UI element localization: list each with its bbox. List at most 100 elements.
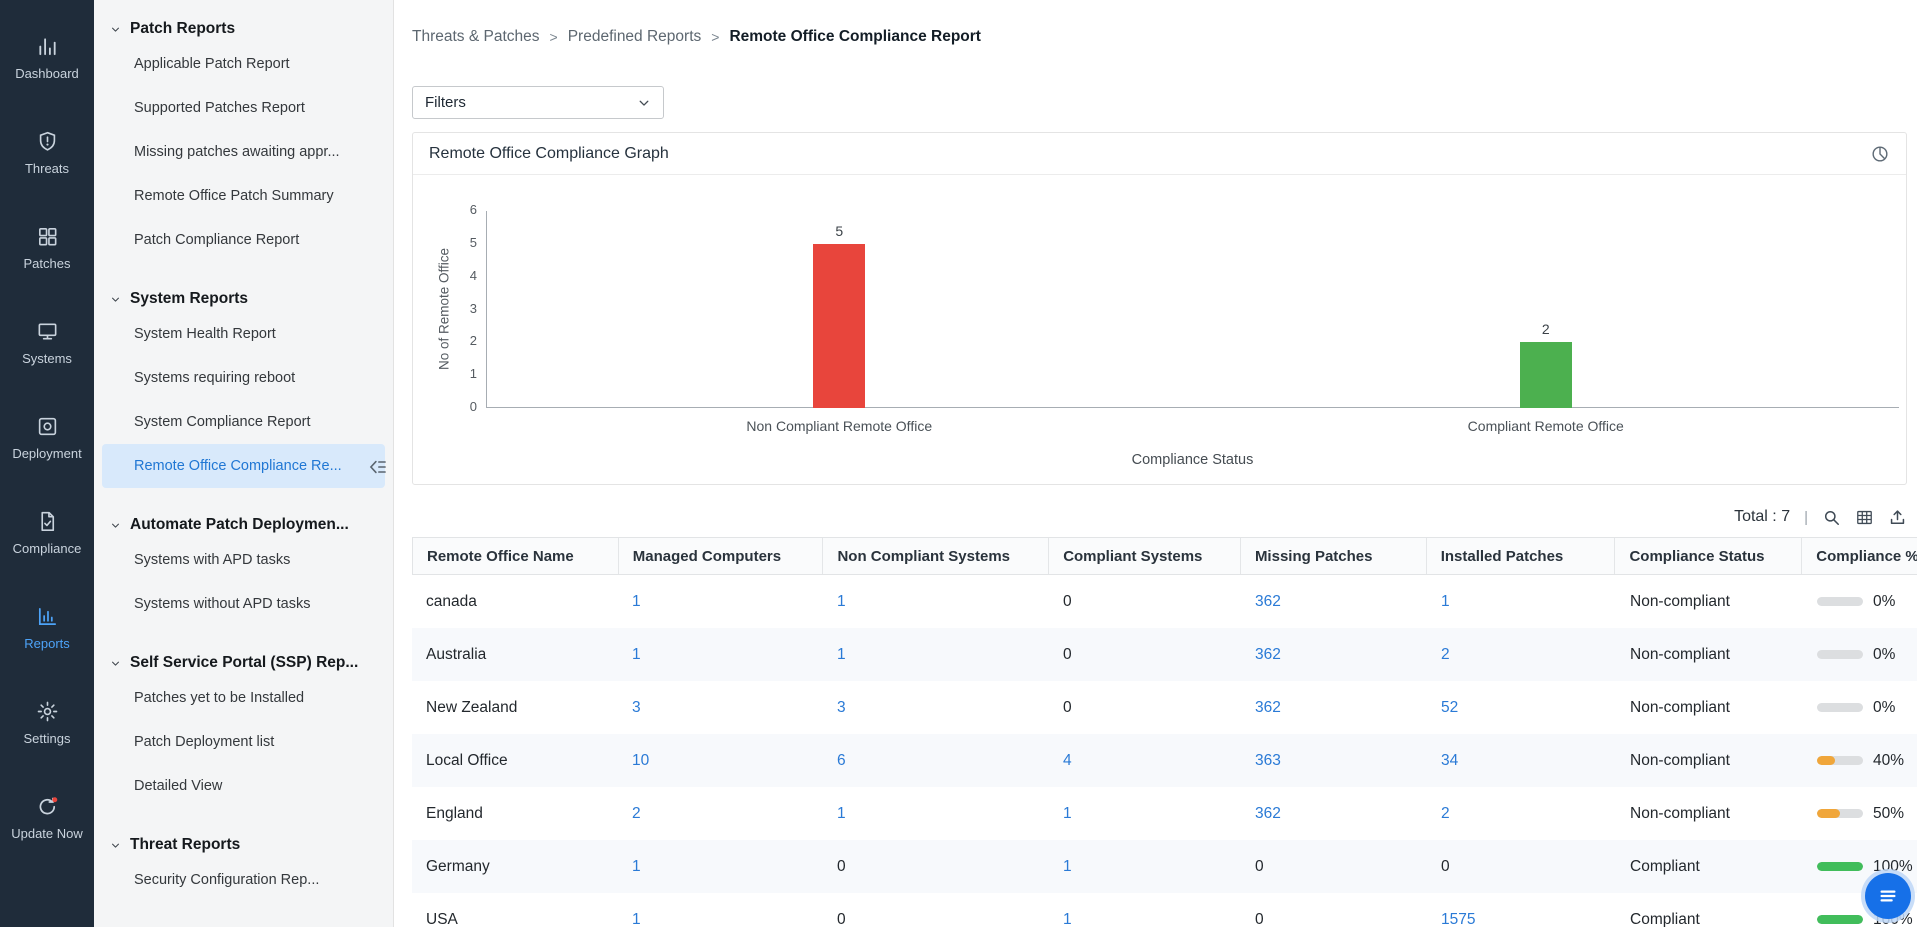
export-icon xyxy=(1888,508,1907,527)
rail-item-dashboard[interactable]: Dashboard xyxy=(0,10,94,105)
sidebar-item[interactable]: Detailed View xyxy=(102,764,385,808)
table-row: England2113622Non-compliant50% xyxy=(412,787,1917,840)
sidebar-section-label: Threat Reports xyxy=(130,836,240,854)
y-tick-label: 6 xyxy=(443,202,477,217)
column-header[interactable]: Compliant Systems xyxy=(1049,538,1241,574)
sidebar-item[interactable]: Missing patches awaiting appr... xyxy=(102,130,385,174)
progress-fill xyxy=(1817,862,1863,871)
export-button[interactable] xyxy=(1888,508,1907,527)
count-link[interactable]: 3 xyxy=(632,699,641,717)
rail-item-reports[interactable]: Reports xyxy=(0,580,94,675)
rail-item-patches[interactable]: Patches xyxy=(0,200,94,295)
count-link[interactable]: 10 xyxy=(632,752,649,770)
sidebar-section-title[interactable]: Self Service Portal (SSP) Rep... xyxy=(102,654,385,672)
search-button[interactable] xyxy=(1822,508,1841,527)
cell-non-compliant-systems: 1 xyxy=(823,575,1049,628)
table-view-button[interactable] xyxy=(1855,508,1874,527)
count-link[interactable]: 362 xyxy=(1255,699,1281,717)
sidebar-section-title[interactable]: Automate Patch Deploymen... xyxy=(102,516,385,534)
sidebar-section-title[interactable]: Patch Reports xyxy=(102,20,385,38)
count-link[interactable]: 1 xyxy=(632,911,641,927)
count-link[interactable]: 52 xyxy=(1441,699,1458,717)
column-header[interactable]: Non Compliant Systems xyxy=(823,538,1049,574)
rail-item-settings[interactable]: Settings xyxy=(0,675,94,770)
count-link[interactable]: 1 xyxy=(837,646,846,664)
count-link[interactable]: 2 xyxy=(1441,805,1450,823)
cell-non-compliant-systems: 6 xyxy=(823,734,1049,787)
filters-label: Filters xyxy=(425,94,466,111)
count-text: 0 xyxy=(1063,646,1072,664)
rail-item-systems[interactable]: Systems xyxy=(0,295,94,390)
cell-compliance-status: Non-compliant xyxy=(1616,734,1803,787)
sidebar-collapse-button[interactable] xyxy=(366,456,390,480)
progress-label: 40% xyxy=(1873,752,1904,770)
y-tick-label: 1 xyxy=(443,366,477,381)
count-link[interactable]: 1 xyxy=(1063,911,1072,927)
progress-label: 0% xyxy=(1873,699,1895,717)
rail-item-label: Systems xyxy=(22,351,72,366)
count-link[interactable]: 1 xyxy=(837,593,846,611)
cell-remote-office-name: Germany xyxy=(412,840,618,893)
chart-bar xyxy=(1520,342,1572,408)
column-header[interactable]: Remote Office Name xyxy=(413,538,619,574)
count-link[interactable]: 4 xyxy=(1063,752,1072,770)
breadcrumb-separator: > xyxy=(711,29,719,45)
count-link[interactable]: 362 xyxy=(1255,805,1281,823)
sidebar-item[interactable]: System Compliance Report xyxy=(102,400,385,444)
count-link[interactable]: 1 xyxy=(1063,858,1072,876)
rail-item-compliance[interactable]: Compliance xyxy=(0,485,94,580)
breadcrumb-item[interactable]: Threats & Patches xyxy=(412,28,540,46)
count-link[interactable]: 2 xyxy=(632,805,641,823)
sidebar-item[interactable]: Security Configuration Rep... xyxy=(102,858,385,902)
sidebar-item[interactable]: Systems without APD tasks xyxy=(102,582,385,626)
count-link[interactable]: 3 xyxy=(837,699,846,717)
chart-type-button[interactable] xyxy=(1870,144,1890,164)
breadcrumb-item[interactable]: Predefined Reports xyxy=(568,28,702,46)
graph-card: Remote Office Compliance Graph No of Rem… xyxy=(412,132,1907,485)
column-header[interactable]: Installed Patches xyxy=(1427,538,1616,574)
count-link[interactable]: 362 xyxy=(1255,593,1281,611)
rail-item-threats[interactable]: Threats xyxy=(0,105,94,200)
cell-remote-office-name: New Zealand xyxy=(412,681,618,734)
chevron-down-icon xyxy=(110,658,121,669)
cell-compliant-systems: 4 xyxy=(1049,734,1241,787)
count-link[interactable]: 1 xyxy=(1063,805,1072,823)
cell-compliant-systems: 1 xyxy=(1049,787,1241,840)
compliance-icon xyxy=(36,510,59,533)
sidebar-item[interactable]: Systems with APD tasks xyxy=(102,538,385,582)
rail-item-deployment[interactable]: Deployment xyxy=(0,390,94,485)
count-link[interactable]: 2 xyxy=(1441,646,1450,664)
app-root: DashboardThreatsPatches Systems Deployment… xyxy=(0,0,1917,927)
sidebar-item[interactable]: Patch Compliance Report xyxy=(102,218,385,262)
count-link[interactable]: 34 xyxy=(1441,752,1458,770)
count-link[interactable]: 1575 xyxy=(1441,911,1475,927)
count-link[interactable]: 362 xyxy=(1255,646,1281,664)
sidebar-item[interactable]: Applicable Patch Report xyxy=(102,42,385,86)
column-header[interactable]: Compliance Status xyxy=(1615,538,1802,574)
sidebar-item[interactable]: Systems requiring reboot xyxy=(102,356,385,400)
sidebar-item[interactable]: Supported Patches Report xyxy=(102,86,385,130)
assist-button[interactable] xyxy=(1865,873,1911,919)
chevron-down-icon xyxy=(110,294,121,305)
count-link[interactable]: 1 xyxy=(632,858,641,876)
sidebar-section-title[interactable]: System Reports xyxy=(102,290,385,308)
cell-managed-computers: 1 xyxy=(618,840,823,893)
count-link[interactable]: 1 xyxy=(837,805,846,823)
count-link[interactable]: 363 xyxy=(1255,752,1281,770)
column-header[interactable]: Compliance % xyxy=(1802,538,1917,574)
filters-dropdown[interactable]: Filters xyxy=(412,86,664,119)
sidebar-item[interactable]: System Health Report xyxy=(102,312,385,356)
column-header[interactable]: Missing Patches xyxy=(1241,538,1427,574)
rail-item-update-now[interactable]: Update Now xyxy=(0,770,94,865)
sidebar-item[interactable]: Remote Office Compliance Re... xyxy=(102,444,385,488)
sidebar-item[interactable]: Remote Office Patch Summary xyxy=(102,174,385,218)
sidebar-item[interactable]: Patch Deployment list xyxy=(102,720,385,764)
count-link[interactable]: 1 xyxy=(632,646,641,664)
column-header[interactable]: Managed Computers xyxy=(619,538,824,574)
table-view-icon xyxy=(1855,508,1874,527)
sidebar-item[interactable]: Patches yet to be Installed xyxy=(102,676,385,720)
count-link[interactable]: 1 xyxy=(632,593,641,611)
count-link[interactable]: 1 xyxy=(1441,593,1450,611)
count-link[interactable]: 6 xyxy=(837,752,846,770)
sidebar-section-title[interactable]: Threat Reports xyxy=(102,836,385,854)
